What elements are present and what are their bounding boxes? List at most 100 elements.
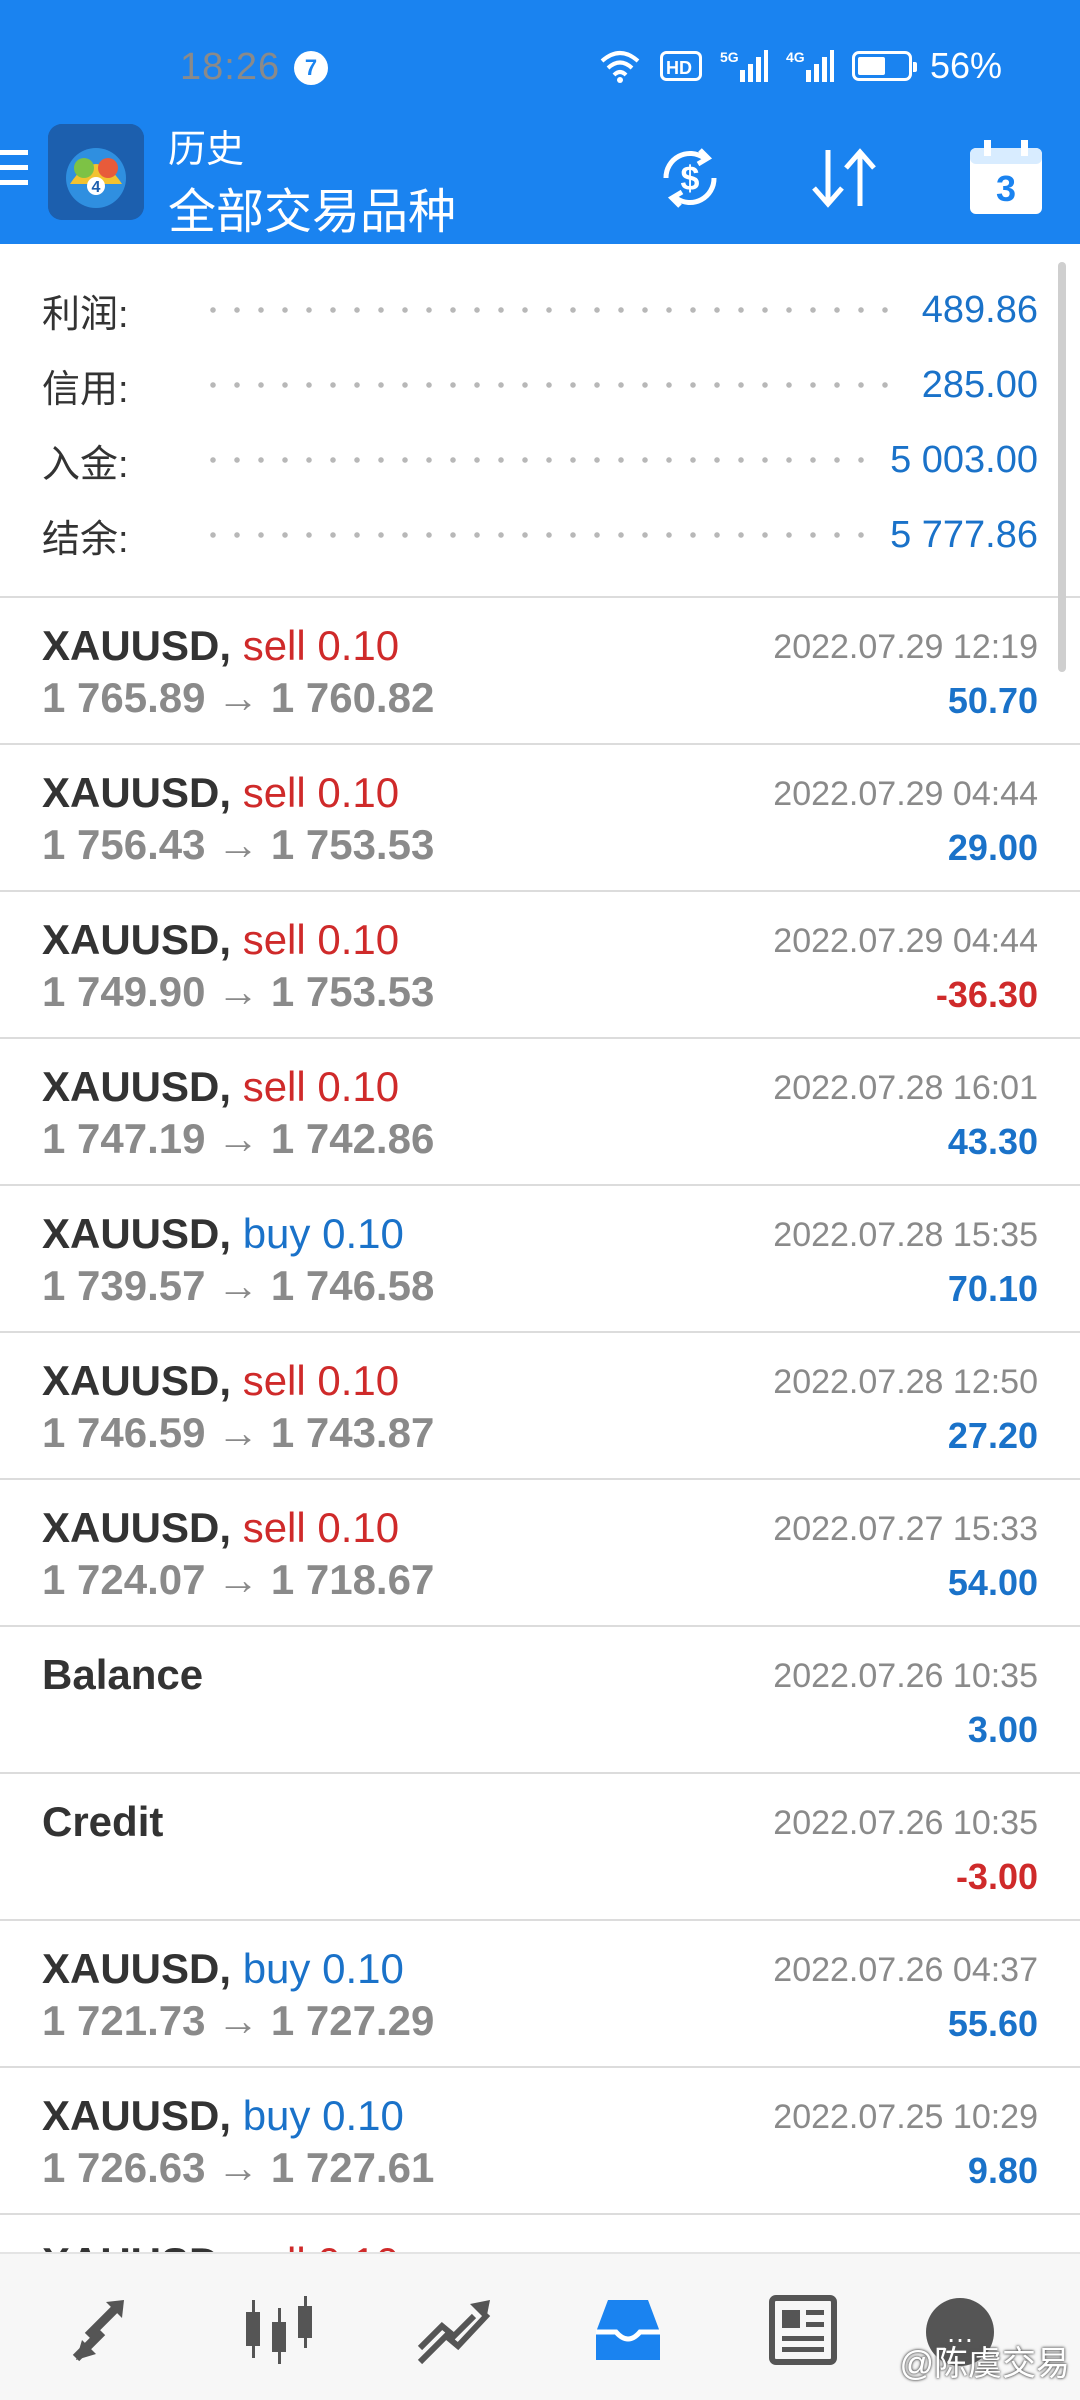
history-icon (596, 2300, 660, 2360)
trade-prices: 1 726.63 → 1 727.61 (42, 2144, 435, 2191)
nav-news[interactable] (762, 2292, 842, 2368)
battery-fill (857, 57, 885, 75)
summary-value: 285.00 (921, 363, 1038, 406)
signal-4g-label: 4G (786, 49, 805, 65)
trade-prices: 1 721.73 → 1 727.29 (42, 1997, 435, 2044)
hd-label: HD (666, 58, 692, 78)
status-bar: 18:26 7 HD 5G 4G 56% (0, 0, 1080, 130)
trade-symbol: XAUUSD, buy 0.10 (42, 1210, 404, 1257)
trade-time: 2022.07.26 10:35 (773, 1657, 1038, 1695)
app-bar: 18:26 7 HD 5G 4G 56% 4 历史 全部交易品种 $ 3 (0, 0, 1080, 244)
bottom-navigation: … @陈虞交易 (0, 2252, 1080, 2400)
nav-chart[interactable] (240, 2292, 320, 2368)
menu-icon[interactable] (0, 150, 30, 196)
trade-symbol: XAUUSD, sell 0.10 (42, 2239, 399, 2252)
trade-time: 2022.07.27 15:33 (773, 1510, 1038, 1548)
trade-time: 2022.07.29 04:44 (773, 775, 1038, 813)
trade-prices: 1 747.19 → 1 742.86 (42, 1115, 435, 1162)
trade-row[interactable]: XAUUSD, sell 0.10 1 724.07 → 1 718.67 20… (0, 1480, 1080, 1627)
page-subtitle: 历史 (168, 129, 245, 171)
trade-row[interactable]: XAUUSD, sell 0.10 1 746.59 → 1 743.87 20… (0, 1333, 1080, 1480)
nav-history[interactable] (588, 2292, 668, 2368)
trade-symbol: XAUUSD, buy 0.10 (42, 2092, 404, 2139)
trade-profit: 70.10 (947, 1268, 1038, 1309)
trade-profit: 50.70 (947, 680, 1038, 721)
trade-profit: 54.00 (947, 1562, 1038, 1603)
signal-4g-icon: 4G (786, 49, 834, 82)
trade-time: 2022.07.26 04:37 (773, 1951, 1038, 1989)
trade-symbol: XAUUSD, sell 0.10 (42, 1357, 400, 1404)
trade-time: 2022.07.29 04:44 (773, 922, 1038, 960)
trade-prices: 1 749.90 → 1 753.53 (42, 968, 435, 1015)
summary-value: 5 777.86 (890, 513, 1038, 556)
battery-percent: 56% (929, 45, 1002, 86)
trade-symbol: XAUUSD, sell 0.10 (42, 1504, 400, 1551)
trade-prices: 1 724.07 → 1 718.67 (42, 1556, 435, 1603)
trade-row[interactable]: XAUUSD, sell 0.10 1 765.89 → 1 760.82 20… (0, 598, 1080, 745)
summary-value: 5 003.00 (890, 438, 1038, 481)
trade-time: 2022.07.26 10:35 (773, 1804, 1038, 1842)
nav-trade[interactable] (414, 2292, 494, 2368)
trade-row[interactable]: Balance 2022.07.26 10:35 3.00 (0, 1627, 1080, 1774)
summary-label: 结余: (42, 518, 129, 561)
status-icons: HD 5G 4G 56% (598, 45, 1002, 86)
summary-label: 利润: (42, 293, 129, 336)
trade-symbol: XAUUSD, sell 0.10 (42, 769, 400, 816)
trade-symbol: XAUUSD, sell 0.10 (42, 622, 400, 669)
trade-row[interactable]: XAUUSD, sell 0.10 1 749.90 → 1 753.53 20… (0, 892, 1080, 1039)
trade-row[interactable]: Credit 2022.07.26 10:35 -3.00 (0, 1774, 1080, 1921)
signal-5g-label: 5G (720, 49, 739, 65)
trade-row[interactable]: XAUUSD, sell 0.10 1 747.19 → 1 742.86 20… (0, 1039, 1080, 1186)
trade-symbol: Credit (42, 1798, 164, 1845)
currency-exchange-icon: $ (663, 148, 717, 208)
summary-row-credit: 信用: 285.00 (42, 355, 1038, 415)
summary-row-deposit: 入金: 5 003.00 (42, 430, 1038, 490)
news-icon (769, 2295, 837, 2365)
trade-row[interactable]: XAUUSD, buy 0.10 1 721.73 → 1 727.29 202… (0, 1921, 1080, 2068)
calendar-day: 3 (995, 168, 1017, 209)
summary-row-profit: 利润: 489.86 (42, 280, 1038, 340)
trade-symbol: Balance (42, 1651, 204, 1698)
trade-profit: 29.00 (947, 827, 1038, 868)
trade-prices: 1 765.89 → 1 760.82 (42, 674, 435, 721)
trade-profit: 9.80 (967, 2150, 1038, 2191)
svg-text:$: $ (681, 160, 700, 198)
trade-symbol: XAUUSD, sell 0.10 (42, 916, 400, 963)
svg-text:4: 4 (92, 179, 101, 196)
trade-profit: 55.60 (947, 2003, 1038, 2044)
wifi-icon (600, 51, 640, 83)
trade-time: 2022.07.29 12:19 (773, 628, 1038, 666)
trade-history-list[interactable]: XAUUSD, sell 0.10 1 765.89 → 1 760.82 20… (0, 598, 1080, 2252)
summary-row-balance: 结余: 5 777.86 (42, 505, 1038, 565)
deposit-filter-button[interactable]: $ (648, 136, 732, 220)
trade-prices: 1 739.57 → 1 746.58 (42, 1262, 435, 1309)
account-summary: 利润: 489.86 信用: 285.00 入金: 5 003.00 结余: 5… (0, 244, 1080, 598)
trade-symbol: XAUUSD, sell 0.10 (42, 1063, 400, 1110)
watermark: @陈虞交易 (899, 2345, 1070, 2383)
chart-icon (246, 2296, 312, 2364)
trade-row[interactable]: XAUUSD, buy 0.10 1 726.63 → 1 727.61 202… (0, 2068, 1080, 2215)
summary-label: 入金: (42, 443, 129, 486)
period-button[interactable]: 3 (964, 136, 1048, 220)
trade-row[interactable]: XAUUSD, buy 0.10 1 739.57 → 1 746.58 202… (0, 1186, 1080, 1333)
summary-label: 信用: (42, 368, 129, 411)
summary-value: 489.86 (921, 288, 1038, 331)
signal-5g-icon: 5G (720, 49, 768, 82)
trade-time: 2022.07.28 15:35 (773, 1216, 1038, 1254)
symbol-filter-title[interactable]: 全部交易品种 (168, 172, 456, 242)
sort-button[interactable] (802, 136, 886, 220)
app-logo: 4 (48, 124, 144, 220)
quotes-icon (72, 2300, 124, 2362)
trade-row[interactable]: XAUUSD, sell 0.10 (0, 2215, 1080, 2252)
hd-icon: HD (659, 51, 702, 81)
trade-profit: 43.30 (947, 1121, 1038, 1162)
trade-time: 2022.07.28 12:50 (773, 1363, 1038, 1401)
nav-quotes[interactable] (68, 2292, 148, 2368)
trade-profit: -36.30 (935, 974, 1038, 1015)
trade-symbol: XAUUSD, buy 0.10 (42, 1945, 404, 1992)
trade-prices: 1 756.43 → 1 753.53 (42, 821, 435, 868)
notification-badge: 7 (294, 51, 328, 85)
trade-row[interactable]: XAUUSD, sell 0.10 1 756.43 → 1 753.53 20… (0, 745, 1080, 892)
trade-profit: 27.20 (947, 1415, 1038, 1456)
sort-icon (812, 148, 876, 208)
